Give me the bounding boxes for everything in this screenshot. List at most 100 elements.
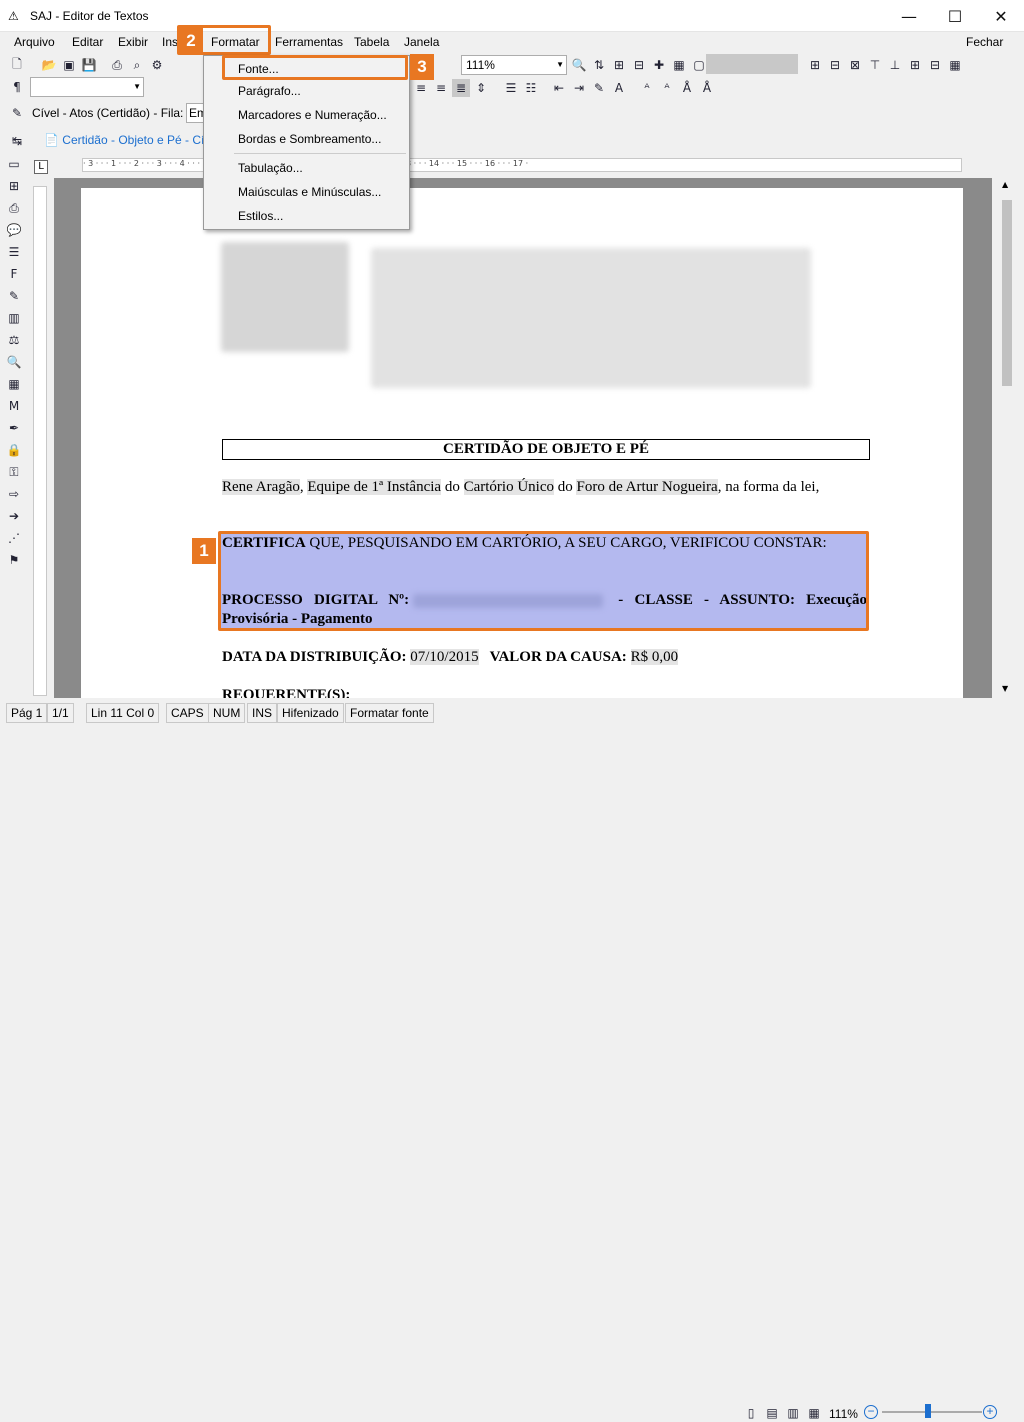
search-icon[interactable]: 🔍 [4,352,24,372]
print-icon[interactable]: ⎙ [108,56,126,74]
subscript-icon[interactable]: Å [698,79,716,97]
menu-item-maiusculas[interactable]: Maiúsculas e Minúsculas... [238,183,381,201]
grow-font-icon[interactable]: ᴬ [638,79,656,97]
delete-row-icon[interactable]: ⊟ [926,56,944,74]
status-position: Lin 11 Col 0 [86,703,160,723]
menu-arquivo[interactable]: Arquivo [14,35,55,49]
print-preview-icon[interactable]: ⌕ [128,56,146,74]
side-icon-3[interactable]: ⎙ [4,198,24,218]
close-icon[interactable]: ✕ [978,0,1024,32]
grid-icon[interactable]: ⊞ [610,56,628,74]
bullets-icon[interactable]: ☰ [502,79,520,97]
template-icon[interactable]: ▣ [60,56,78,74]
menu-item-tabulacao[interactable]: Tabulação... [238,159,303,177]
align-top-icon[interactable]: ⊤ [866,56,884,74]
indent-decrease-icon[interactable]: ⇤ [550,79,568,97]
maximize-icon[interactable]: ☐ [932,0,978,32]
merge-cells-icon[interactable]: ⊞ [806,56,824,74]
intro-paragraph[interactable]: Rene Aragão, Equipe de 1ª Instância do C… [222,477,867,497]
new-doc-icon[interactable]: 🗋 [8,56,26,74]
selection-highlight [218,531,869,631]
numbering-icon[interactable]: ☷ [522,79,540,97]
export-icon[interactable]: ⇨ [4,484,24,504]
table-grid-icon[interactable]: ▦ [670,56,688,74]
open-folder-icon[interactable]: 📂 [40,56,58,74]
zoom-icon[interactable]: 🔍 [570,56,588,74]
view-web-icon[interactable]: ▤ [763,1404,781,1422]
zoom-slider-handle[interactable] [925,1404,931,1418]
pen-icon[interactable]: ✒ [4,418,24,438]
stamp-icon[interactable]: ⚖ [4,330,24,350]
menu-inserir[interactable]: Ins [162,35,178,49]
step-badge-1: 1 [192,538,216,564]
align-right-icon[interactable]: ≡ [432,79,450,97]
save-icon[interactable]: 💾 [80,56,98,74]
key-icon[interactable]: ⚿ [4,462,24,482]
scroll-up-icon[interactable]: ▲ [1002,180,1008,189]
split-cells-icon[interactable]: ⊟ [826,56,844,74]
style-icon[interactable]: ¶ [8,78,26,96]
lock-icon[interactable]: 🔒 [4,440,24,460]
zoom-slider[interactable] [882,1411,982,1413]
justify-icon[interactable]: ≣ [452,79,470,97]
minimize-icon[interactable]: — [886,0,932,32]
insert-row-icon[interactable]: ⊞ [906,56,924,74]
align-center-icon[interactable]: ≡ [412,79,430,97]
menu-ferramentas[interactable]: Ferramentas [275,35,343,49]
scroll-down-icon[interactable]: ▼ [1002,684,1008,693]
side-icon-2[interactable]: ⊞ [4,176,24,196]
side-icon-8[interactable]: ▥ [4,308,24,328]
menu-item-bordas[interactable]: Bordas e Sombreamento... [238,130,381,148]
view-page-icon[interactable]: ▯ [742,1404,760,1422]
share-icon[interactable]: ⋰ [4,528,24,548]
menu-exibir[interactable]: Exibir [118,35,148,49]
font-color-icon[interactable]: A [610,79,628,97]
fechar-link[interactable]: Fechar [966,35,1003,49]
indent-increase-icon[interactable]: ⇥ [570,79,588,97]
paint-icon[interactable]: ⚑ [4,550,24,570]
doc-heading[interactable]: CERTIDÃO DE OBJETO E PÉ [222,439,870,460]
tab-stop-icon[interactable]: L [34,160,48,174]
view-draft-icon[interactable]: ▦ [805,1404,823,1422]
vertical-scrollbar[interactable]: ▲ ▼ [997,178,1017,698]
zoom-out-icon[interactable]: − [864,1405,878,1419]
document-icon[interactable]: M [4,396,24,416]
wand-icon[interactable]: ✎ [8,104,26,122]
menu-item-paragrafo[interactable]: Parágrafo... [238,82,301,100]
menu-editar[interactable]: Editar [72,35,103,49]
font-name-select[interactable]: ▼ [30,77,144,97]
align-bottom-icon[interactable]: ⊥ [886,56,904,74]
table-props-icon[interactable]: ⊠ [846,56,864,74]
vertical-ruler[interactable] [33,186,47,696]
table-select-icon[interactable]: ▦ [946,56,964,74]
zoom-select[interactable]: 111% ▼ [461,55,567,75]
zoom-in-icon[interactable]: + [983,1405,997,1419]
menu-janela[interactable]: Janela [404,35,439,49]
print-setup-icon[interactable]: ⚙ [148,56,166,74]
list-icon[interactable]: ☰ [4,242,24,262]
menu-item-estilos[interactable]: Estilos... [238,207,283,225]
requerente-line[interactable]: REQUERENTE(S): [222,685,867,698]
view-outline-icon[interactable]: ▥ [784,1404,802,1422]
superscript-icon[interactable]: Å [678,79,696,97]
forward-icon[interactable]: ➔ [4,506,24,526]
tab-icon[interactable]: ↹ [8,132,26,150]
line-spacing-icon[interactable]: ⇕ [472,79,490,97]
highlight-icon[interactable]: ✎ [590,79,608,97]
side-icon-1[interactable]: ▭ [4,154,24,174]
scroll-thumb[interactable] [1002,200,1012,386]
sort-icon[interactable]: ⇅ [590,56,608,74]
distribution-line[interactable]: DATA DA DISTRIBUIÇÃO: 07/10/2015 VALOR D… [222,647,867,667]
border-style-group[interactable] [706,54,798,74]
menu-tabela[interactable]: Tabela [354,35,389,49]
shrink-font-icon[interactable]: ᴬ [658,79,676,97]
edit-icon[interactable]: ✎ [4,286,24,306]
plus-cross-icon[interactable]: ✚ [650,56,668,74]
form-icon[interactable]: F [4,264,24,284]
calendar-icon[interactable]: ▦ [4,374,24,394]
title-bar: ⚠ SAJ - Editor de Textos — ☐ ✕ [0,0,1024,32]
comment-icon[interactable]: 💬 [4,220,24,240]
table-insert-icon[interactable]: ⊟ [630,56,648,74]
doc-tab[interactable]: 📄 Certidão - Objeto e Pé - Cíve [44,133,217,147]
menu-item-marcadores[interactable]: Marcadores e Numeração... [238,106,387,124]
